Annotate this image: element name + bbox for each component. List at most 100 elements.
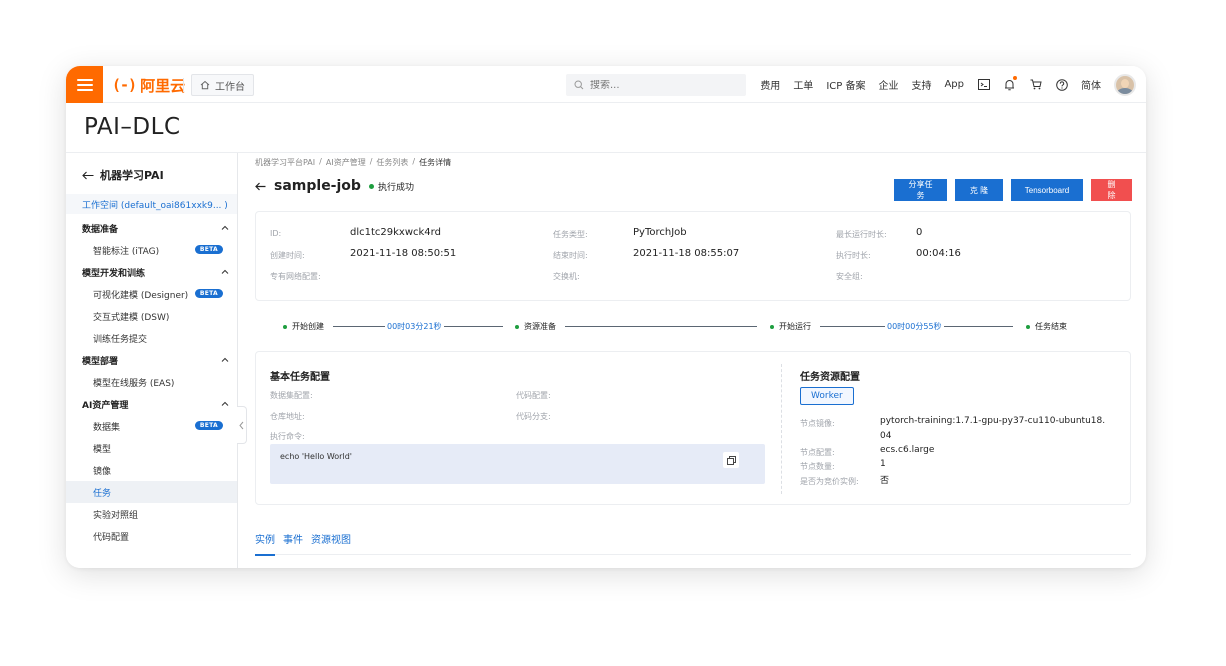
sidebar-item-designer[interactable]: 可视化建模 (Designer) BETA xyxy=(66,283,237,305)
resource-config-title: 任务资源配置 xyxy=(800,372,860,383)
logo-mark: (-) xyxy=(112,76,137,94)
repo-url-label: 仓库地址: xyxy=(270,412,305,421)
created-label: 创建时间: xyxy=(270,251,305,260)
sidebar-group-data-prep[interactable]: 数据准备 xyxy=(66,217,237,239)
breadcrumb-ai-assets[interactable]: AI资产管理 xyxy=(326,157,366,168)
timeline-node-resource: 资源准备 xyxy=(515,321,556,332)
sidebar-item-experiment-groups[interactable]: 实验对照组 xyxy=(66,503,237,525)
sidebar-item-submit-training[interactable]: 训练任务提交 xyxy=(66,327,237,349)
workbench-label: 工作台 xyxy=(215,81,245,93)
workbench-button[interactable]: 工作台 xyxy=(191,74,254,96)
chevron-up-icon xyxy=(221,269,229,274)
sidebar-item-code-config[interactable]: 代码配置 xyxy=(66,525,237,547)
sidebar-group-model-dev[interactable]: 模型开发和训练 xyxy=(66,261,237,283)
timeline-node-label: 开始创建 xyxy=(292,322,324,331)
sidebar-group-ai-assets[interactable]: AI资产管理 xyxy=(66,393,237,415)
sidebar-back-label: 机器学习PAI xyxy=(100,169,164,182)
avatar[interactable] xyxy=(1114,73,1136,96)
beta-badge: BETA xyxy=(194,289,223,298)
dataset-config-label: 数据集配置: xyxy=(270,391,313,400)
vpc-label: 专有网络配置: xyxy=(270,272,321,281)
top-bar: (-) 阿里云 工作台 费用 工单 ICP 备案 企业 支持 App xyxy=(66,66,1146,103)
sidebar-item-datasets[interactable]: 数据集 BETA xyxy=(66,415,237,437)
ended-value: 2021-11-18 08:55:07 xyxy=(633,248,740,259)
sidebar-item-label: 交互式建模 (DSW) xyxy=(93,312,170,323)
timeline-dot xyxy=(770,324,774,329)
basic-config-title: 基本任务配置 xyxy=(270,372,330,383)
top-nav: 费用 工单 ICP 备案 企业 支持 App 简体 xyxy=(760,66,1136,103)
worker-tab[interactable]: Worker xyxy=(800,387,854,405)
sidebar-back-button[interactable]: 机器学习PAI xyxy=(82,167,164,183)
tab-resource-view[interactable]: 资源视图 xyxy=(311,531,351,555)
exec-duration-value: 00:04:16 xyxy=(916,248,961,259)
breadcrumb-job-detail: 任务详情 xyxy=(419,158,452,167)
nav-app[interactable]: App xyxy=(944,79,964,90)
sidebar-item-label: 代码配置 xyxy=(93,532,130,543)
timeline-duration-1: 00时03分21秒 xyxy=(385,321,444,332)
tensorboard-button[interactable]: Tensorboard xyxy=(1011,179,1083,201)
language-switch[interactable]: 简体 xyxy=(1081,77,1101,92)
clone-button[interactable]: 克 隆 xyxy=(955,179,1003,201)
nav-support[interactable]: 支持 xyxy=(911,77,931,92)
job-info-card: ID: dlc1tc29kxwck4rd 创建时间: 2021-11-18 08… xyxy=(255,211,1131,301)
bell-icon[interactable] xyxy=(1003,76,1017,91)
aliyun-logo[interactable]: (-) 阿里云 xyxy=(112,75,185,95)
sidebar-item-models[interactable]: 模型 xyxy=(66,437,237,459)
tab-events[interactable]: 事件 xyxy=(283,531,303,555)
timeline-node-created: 开始创建 xyxy=(283,321,324,332)
sidebar-item-itag[interactable]: 智能标注 (iTAG) BETA xyxy=(66,239,237,261)
code-branch-label: 代码分支: xyxy=(516,412,551,421)
command-label: 执行命令: xyxy=(270,432,305,441)
max-runtime-label: 最长运行时长: xyxy=(836,230,887,239)
config-divider xyxy=(781,364,782,494)
node-image-value-line1: pytorch-training:1.7.1-gpu-py37-cu110-ub… xyxy=(880,416,1106,426)
sidebar-item-eas[interactable]: 模型在线服务 (EAS) xyxy=(66,371,237,393)
sidebar-group-label: 模型部署 xyxy=(82,356,119,367)
nav-ticket[interactable]: 工单 xyxy=(793,77,813,92)
console-window: (-) 阿里云 工作台 费用 工单 ICP 备案 企业 支持 App xyxy=(66,66,1146,568)
status-label: 执行成功 xyxy=(377,182,414,193)
tab-instances[interactable]: 实例 xyxy=(255,531,275,556)
help-icon[interactable] xyxy=(1055,78,1068,91)
job-timeline: 开始创建 00时03分21秒 资源准备 开始运行 00时00分55秒 任务结束 xyxy=(255,316,1131,336)
type-label: 任务类型: xyxy=(553,230,588,239)
share-job-button[interactable]: 分享任务 xyxy=(894,179,947,201)
breadcrumb-job-list[interactable]: 任务列表 xyxy=(376,157,408,168)
sidebar-item-images[interactable]: 镜像 xyxy=(66,459,237,481)
search-icon xyxy=(574,80,584,90)
terminal-icon[interactable] xyxy=(977,78,990,91)
sidebar-item-dsw[interactable]: 交互式建模 (DSW) xyxy=(66,305,237,327)
command-box: echo 'Hello World' xyxy=(270,444,765,484)
timeline-dot xyxy=(283,324,287,329)
created-value: 2021-11-18 08:50:51 xyxy=(350,248,457,259)
chevron-up-icon xyxy=(221,225,229,230)
node-spec-value: ecs.c6.large xyxy=(880,445,935,455)
timeline-node-label: 开始运行 xyxy=(779,322,811,331)
menu-button[interactable] xyxy=(66,66,103,103)
cart-icon[interactable] xyxy=(1029,78,1042,91)
timeline-dot xyxy=(1026,324,1030,329)
copy-button[interactable] xyxy=(723,452,739,468)
job-name: sample-job xyxy=(274,178,361,194)
code-config-label: 代码配置: xyxy=(516,391,551,400)
workspace-selector[interactable]: 工作空间 (default_oai861xxk9... ) xyxy=(66,194,237,214)
sidebar-group-label: AI资产管理 xyxy=(82,400,129,411)
breadcrumb-pai[interactable]: 机器学习平台PAI xyxy=(255,157,315,168)
nav-enterprise[interactable]: 企业 xyxy=(878,77,898,92)
notification-dot xyxy=(1013,76,1017,80)
sidebar-item-label: 镜像 xyxy=(93,466,112,477)
sidebar-group-label: 模型开发和训练 xyxy=(82,268,146,279)
sidebar-group-label: 数据准备 xyxy=(82,224,119,235)
timeline-line xyxy=(565,326,757,327)
search-input[interactable] xyxy=(590,79,730,91)
sidebar-item-jobs[interactable]: 任务 xyxy=(66,481,237,503)
back-arrow-icon[interactable] xyxy=(255,182,266,191)
chevron-up-icon xyxy=(221,357,229,362)
nav-billing[interactable]: 费用 xyxy=(760,77,780,92)
timeline-duration-2: 00时00分55秒 xyxy=(885,321,944,332)
delete-button[interactable]: 删 除 xyxy=(1091,179,1132,201)
search-box[interactable] xyxy=(566,74,746,96)
sidebar-group-deploy[interactable]: 模型部署 xyxy=(66,349,237,371)
nav-icp[interactable]: ICP 备案 xyxy=(826,77,865,92)
beta-badge: BETA xyxy=(194,245,223,254)
